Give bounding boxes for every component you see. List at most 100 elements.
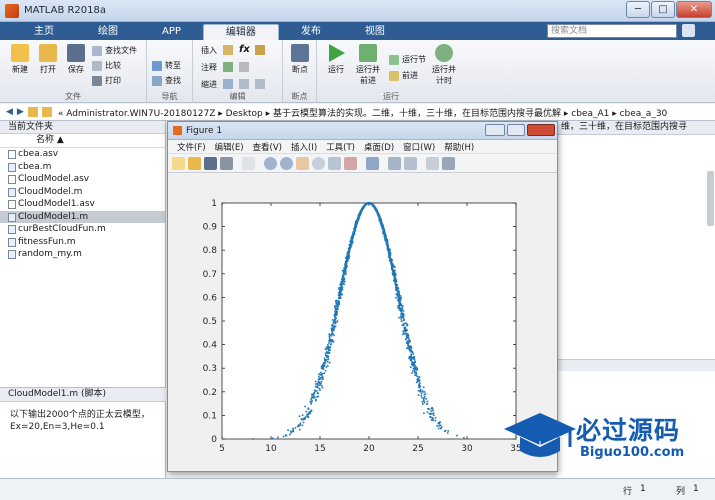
file-list-item[interactable]: fitnessFun.m xyxy=(0,236,165,249)
figure-menu-item[interactable]: 工具(T) xyxy=(326,141,355,153)
figure-close-button[interactable] xyxy=(527,124,555,136)
run-advance-button[interactable]: 运行并 前进 xyxy=(353,44,383,86)
scatter-point xyxy=(315,399,317,402)
hide-tools-icon[interactable] xyxy=(426,156,439,170)
fx-button[interactable]: fx xyxy=(239,44,250,55)
scatter-point xyxy=(417,378,419,380)
scatter-plot[interactable]: 5 10 15 20 25 30 3500.10.20.30.40.50.60.70.80.… xyxy=(168,174,557,471)
scatter-point xyxy=(316,395,318,398)
address-bar[interactable]: ◀ ▶ « Administrator.WIN7U-20180127Z ▸ De… xyxy=(0,104,715,121)
scatter-point xyxy=(394,272,397,275)
search-input[interactable]: 搜索文档 xyxy=(547,24,677,38)
data-cursor-icon[interactable] xyxy=(328,156,341,170)
minimize-button[interactable]: ─ xyxy=(626,1,650,18)
increase-indent-icon[interactable] xyxy=(255,79,265,89)
indent-icon[interactable] xyxy=(223,79,233,89)
back-icon[interactable]: ◀ xyxy=(6,107,13,117)
file-list-item[interactable]: cbea.m xyxy=(0,161,165,174)
zoom-in-icon[interactable] xyxy=(264,156,277,170)
new-button[interactable]: 新建 xyxy=(5,44,35,75)
help-icon[interactable] xyxy=(682,24,695,37)
scatter-point xyxy=(344,265,347,267)
file-list-item[interactable]: CloudModel.m xyxy=(0,186,165,199)
compare-button[interactable]: 比较 xyxy=(92,60,121,71)
tab-apps[interactable]: APP xyxy=(140,24,203,40)
editor-scrollbar[interactable] xyxy=(707,171,714,226)
tab-view[interactable]: 视图 xyxy=(343,24,407,40)
path-breadcrumb[interactable]: « Administrator.WIN7U-20180127Z ▸ Deskto… xyxy=(58,106,667,119)
tab-publish[interactable]: 发布 xyxy=(279,24,343,40)
new-figure-icon[interactable] xyxy=(172,156,185,170)
percent-icon[interactable] xyxy=(223,62,233,72)
y-tick-label: 1 xyxy=(211,199,217,209)
tab-home[interactable]: 主页 xyxy=(12,24,76,40)
file-list-item[interactable]: random_my.m xyxy=(0,248,165,261)
file-list-item[interactable]: cbea.asv xyxy=(0,148,165,161)
up-folder-icon[interactable] xyxy=(27,107,38,117)
scatter-point xyxy=(346,258,349,261)
function-icon[interactable] xyxy=(255,45,265,55)
figure-menu-item[interactable]: 编辑(E) xyxy=(215,141,244,153)
scatter-point xyxy=(328,351,331,354)
insert-section-icon[interactable] xyxy=(223,45,233,55)
run-button[interactable]: 运行 xyxy=(321,44,351,75)
zoom-out-icon[interactable] xyxy=(280,156,293,170)
show-tools-icon[interactable] xyxy=(442,156,455,170)
figure-canvas[interactable]: 5 10 15 20 25 30 35 0 0.1 0.2 0.3 0.4 0.5 0.6 0.7 0.8 0.… xyxy=(168,174,557,471)
scatter-point xyxy=(327,344,329,346)
maximize-button[interactable]: □ xyxy=(651,1,675,18)
find-files-button[interactable]: 查找文件 xyxy=(92,45,137,56)
scatter-point xyxy=(327,360,329,363)
file-list-item[interactable]: CloudModel1.m xyxy=(0,210,165,223)
name-column-header[interactable]: 名称 ▲ xyxy=(0,134,165,148)
file-list-item[interactable]: curBestCloudFun.m xyxy=(0,223,165,236)
open-button[interactable]: 打开 xyxy=(33,44,63,75)
forward-icon[interactable]: ▶ xyxy=(17,107,24,117)
colorbar-icon[interactable] xyxy=(388,156,401,170)
decrease-indent-icon[interactable] xyxy=(239,79,249,89)
link-plot-icon[interactable] xyxy=(366,156,379,170)
tab-editor[interactable]: 编辑器 xyxy=(202,24,279,40)
file-list-item[interactable]: CloudModel1.asv xyxy=(0,198,165,211)
file-list-item[interactable]: CloudModel.asv xyxy=(0,173,165,186)
save-figure-icon[interactable] xyxy=(204,156,217,170)
m-file-icon xyxy=(8,187,16,197)
advance-button[interactable]: 前进 xyxy=(389,70,418,81)
pan-icon[interactable] xyxy=(296,156,309,170)
insert-label: 插入 xyxy=(201,46,217,55)
title-bar: MATLAB R2018a ─ □ ✕ xyxy=(0,0,715,22)
indent-button[interactable]: 缩进 xyxy=(201,79,217,90)
run-time-button[interactable]: 运行并 计时 xyxy=(429,44,459,86)
tab-plots[interactable]: 绘图 xyxy=(76,24,140,40)
scatter-point xyxy=(398,294,401,297)
open-file-icon[interactable] xyxy=(188,156,201,170)
figure-maximize-button[interactable] xyxy=(507,124,525,136)
figure-menu-item[interactable]: 文件(F) xyxy=(177,141,206,153)
legend-icon[interactable] xyxy=(404,156,417,170)
scatter-point xyxy=(402,310,405,312)
figure-menu-item[interactable]: 桌面(D) xyxy=(364,141,394,153)
print-button[interactable]: 打印 xyxy=(92,75,121,86)
close-button[interactable]: ✕ xyxy=(676,1,712,18)
run-section-button[interactable]: 运行节 xyxy=(389,54,426,65)
browse-folder-icon[interactable] xyxy=(41,107,52,117)
insert-button[interactable]: 插入 xyxy=(201,45,217,56)
goto-label: 转至 xyxy=(165,61,181,70)
comment-button[interactable]: 注释 xyxy=(201,62,217,73)
brush-icon[interactable] xyxy=(344,156,357,170)
figure-menu-item[interactable]: 窗口(W) xyxy=(403,141,435,153)
pointer-icon[interactable] xyxy=(242,156,255,170)
breakpoints-button[interactable]: 断点 xyxy=(285,44,315,75)
print-figure-icon[interactable] xyxy=(220,156,233,170)
figure-minimize-button[interactable] xyxy=(485,124,505,136)
figure-menu-item[interactable]: 查看(V) xyxy=(253,141,282,153)
goto-button[interactable]: 转至 xyxy=(152,60,181,71)
advance-icon xyxy=(389,70,399,81)
figure-menu-item[interactable]: 插入(I) xyxy=(291,141,317,153)
uncomment-icon[interactable] xyxy=(239,62,249,72)
rotate-icon[interactable] xyxy=(312,156,325,170)
save-button[interactable]: 保存 xyxy=(61,44,91,75)
scatter-point xyxy=(439,427,442,429)
find-button[interactable]: 查找 xyxy=(152,75,181,86)
figure-menu-item[interactable]: 帮助(H) xyxy=(444,141,474,153)
